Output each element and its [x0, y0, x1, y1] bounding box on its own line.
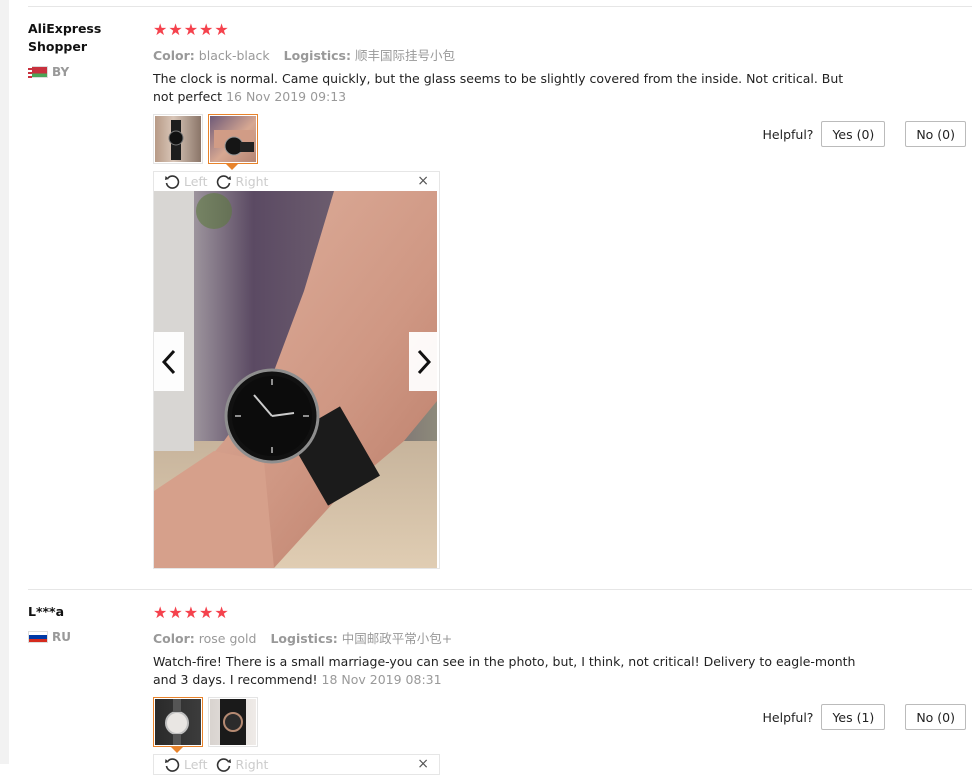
next-photo-button[interactable] [409, 332, 439, 391]
review-date: 18 Nov 2019 08:31 [321, 672, 442, 687]
star-icon: ★ [199, 20, 214, 39]
reviewer-country: RU [28, 630, 71, 644]
viewer-toolbar: Left Right × [154, 172, 439, 191]
reviewer-country: BY [28, 65, 69, 79]
helpful-vote: Helpful? Yes (1) No (0) [763, 704, 966, 730]
rotate-right-button[interactable]: Right [216, 174, 268, 190]
watch-photo [154, 191, 437, 568]
rotate-left-button[interactable]: Left [164, 174, 208, 190]
helpful-label: Helpful? [762, 709, 814, 725]
rotate-right-button[interactable]: Right [216, 757, 268, 773]
star-icon: ★ [214, 20, 229, 39]
viewer-toolbar: Left Right × [154, 755, 439, 774]
star-icon: ★ [168, 20, 183, 39]
reviewer-name: AliExpress Shopper [28, 21, 102, 54]
rating-stars: ★ ★ ★ ★ ★ [153, 22, 229, 38]
close-icon[interactable]: × [417, 172, 429, 191]
reviewer-name: L***a [28, 604, 65, 619]
star-icon: ★ [153, 20, 168, 39]
photo-viewer: Left Right × [153, 171, 440, 569]
review-text: The clock is normal. Came quickly, but t… [153, 71, 844, 104]
rotate-left-icon [165, 757, 180, 772]
divider [28, 6, 972, 7]
rotate-left-icon [165, 174, 180, 189]
rotate-right-icon [216, 757, 231, 772]
photo-thumbnail[interactable] [153, 114, 203, 164]
divider [28, 589, 972, 590]
photo-thumbnails [153, 697, 258, 753]
order-info: Color: rose gold Logistics: 中国邮政平常小包+ [153, 631, 453, 646]
star-icon: ★ [183, 20, 199, 39]
photo-thumbnail-active[interactable] [208, 114, 258, 170]
helpful-yes-button[interactable]: Yes (0) [821, 121, 886, 147]
helpful-no-button[interactable]: No (0) [905, 121, 966, 147]
review-photo [154, 191, 439, 568]
star-icon: ★ [153, 603, 168, 622]
review-date: 16 Nov 2019 09:13 [226, 89, 347, 104]
order-info: Color: black-black Logistics: 顺丰国际挂号小包 [153, 48, 455, 63]
close-icon[interactable]: × [417, 755, 429, 774]
left-scroll-strip [0, 0, 9, 764]
helpful-no-button[interactable]: No (0) [905, 704, 966, 730]
helpful-yes-button[interactable]: Yes (1) [821, 704, 886, 730]
photo-thumbnails [153, 114, 258, 170]
previous-photo-button[interactable] [154, 332, 184, 391]
chevron-left-icon [161, 349, 176, 374]
helpful-label: Helpful? [762, 126, 814, 142]
flag-icon [28, 631, 48, 643]
star-icon: ★ [214, 603, 229, 622]
photo-thumbnail[interactable] [208, 697, 258, 747]
star-icon: ★ [199, 603, 214, 622]
photo-viewer: Left Right × [153, 754, 440, 775]
chevron-right-icon [417, 349, 432, 374]
photo-thumbnail-active[interactable] [153, 697, 203, 753]
star-icon: ★ [168, 603, 183, 622]
star-icon: ★ [183, 603, 199, 622]
helpful-vote: Helpful? Yes (0) No (0) [763, 121, 966, 147]
review-text: Watch-fire! There is a small marriage-yo… [153, 654, 856, 687]
rotate-right-icon [216, 174, 231, 189]
flag-icon [28, 66, 48, 78]
rotate-left-button[interactable]: Left [164, 757, 208, 773]
rating-stars: ★ ★ ★ ★ ★ [153, 605, 229, 621]
